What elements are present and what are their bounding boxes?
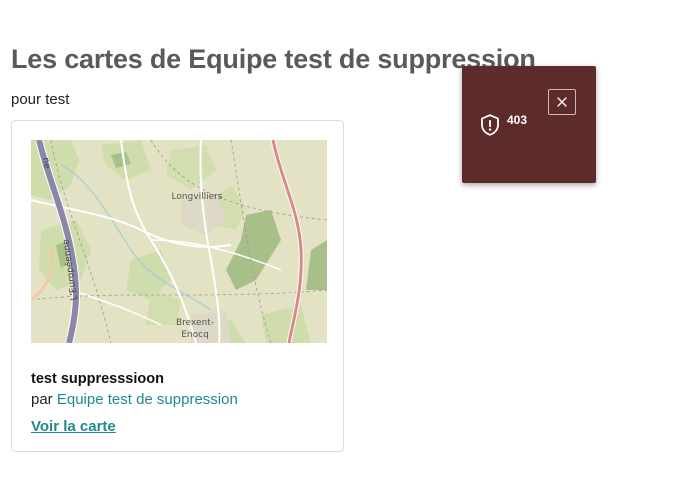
map-label-road: ne — [40, 157, 52, 170]
map-label-town: Enocq — [181, 330, 209, 340]
map-label-town: Brexent- — [176, 318, 214, 328]
view-map-link[interactable]: Voir la carte — [31, 418, 116, 435]
page-subtitle: pour test — [11, 91, 70, 108]
close-icon — [557, 97, 567, 107]
map-thumbnail-image: Longvilliers Brexent- Enocq L'Européenne… — [31, 140, 327, 343]
error-toast: 403 — [462, 66, 596, 183]
card-byline-prefix: par — [31, 391, 57, 408]
page-title: Les cartes de Equipe test de suppression — [11, 44, 536, 74]
team-link[interactable]: Equipe test de suppression — [57, 391, 238, 408]
card-byline: par Equipe test de suppression — [31, 391, 238, 408]
toast-close-button[interactable] — [548, 89, 576, 115]
map-label-town: Longvilliers — [171, 192, 222, 202]
map-thumbnail[interactable]: Longvilliers Brexent- Enocq L'Européenne… — [31, 140, 327, 343]
toast-message: 403 — [507, 113, 528, 127]
card-title: test suppresssioon — [31, 371, 164, 387]
map-card: Longvilliers Brexent- Enocq L'Européenne… — [11, 120, 344, 452]
alert-shield-icon — [481, 114, 499, 136]
